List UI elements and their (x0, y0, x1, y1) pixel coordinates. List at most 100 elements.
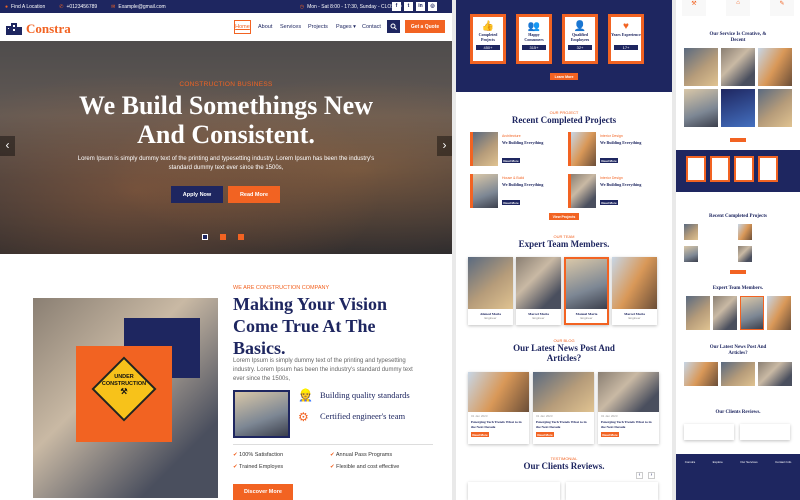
twitter-icon[interactable]: t (404, 2, 413, 11)
team-card[interactable]: Ahmed Maria Engineer (468, 257, 513, 325)
stats-learn-more-button[interactable]: Learn More (550, 73, 578, 80)
about-text: Lorem Ipsum is simply dummy text of the … (233, 358, 413, 382)
email-link[interactable]: Example@gmail.com (118, 4, 165, 10)
news-thumb (721, 362, 755, 386)
location-link[interactable]: Find A Location (11, 4, 45, 10)
news-image (598, 372, 659, 412)
review-card (566, 482, 658, 500)
homepage-scroll-preview-2: ⚒ ⌂ ✎ Our Service Is Creative, & Decent … (676, 0, 800, 500)
slider-dot-1[interactable] (202, 234, 208, 240)
stat-card-projects: 👍 Completed Projects 450+ (470, 14, 506, 64)
about-title-line2: Come True At The (233, 316, 376, 336)
slider-dot-3[interactable] (238, 234, 244, 240)
team-card[interactable]: Manuel Maria Engineer (564, 257, 609, 325)
team-title: Expert Team Members. (518, 239, 610, 249)
projects-grid-small (684, 224, 792, 262)
check-label-1: 100% Satisfaction (239, 452, 284, 458)
facebook-icon[interactable]: f (392, 2, 401, 11)
apply-now-button[interactable]: Apply Now (171, 186, 223, 203)
sign-text: UNDER CONSTRUCTION ⚒ (94, 374, 154, 396)
review-card-small (740, 424, 790, 440)
search-button[interactable] (387, 20, 400, 33)
stat-card-small (686, 156, 706, 182)
view-projects-small-button[interactable] (730, 270, 746, 274)
service-image (721, 89, 755, 127)
news-read-more-button[interactable]: Read More (601, 432, 619, 437)
linkedin-icon[interactable]: in (416, 2, 425, 11)
get-quote-button[interactable]: Get a Quote (405, 20, 445, 33)
clients-title: Our Clients Reviews. (523, 461, 605, 471)
slider-dot-2[interactable] (220, 234, 226, 240)
news-card[interactable]: 01 Jan 2023 Emerging Tech Trends What to … (533, 372, 594, 444)
news-thumb (758, 362, 792, 386)
news-read-more-button[interactable]: Read More (471, 432, 489, 437)
team-title-small: Expert Team Members. (712, 286, 764, 291)
stat-card-employees: 👤 Qualified Employees 32+ (562, 14, 598, 64)
discover-more-button[interactable]: Discover More (233, 484, 293, 500)
heart-icon: ♥ (623, 21, 629, 32)
nav-pages-label: Pages (336, 24, 352, 30)
clients-next-icon[interactable]: › (648, 472, 655, 479)
projects-title: Recent Completed Projects (511, 115, 617, 125)
stat-label: Qualified Employees (570, 32, 590, 42)
about-title: Making Your Vision Come True At The Basi… (233, 293, 443, 359)
hero-next-arrow-icon[interactable]: › (437, 136, 452, 156)
team-card[interactable]: Marcel Maria Engineer (612, 257, 657, 325)
stat-card-small (734, 156, 754, 182)
service-icon: ✎ (770, 0, 794, 16)
nav-services[interactable]: Services (280, 24, 301, 30)
view-projects-button[interactable]: View Projects (549, 213, 579, 220)
news-title: Emerging Tech Trends What to in the Next… (471, 420, 522, 429)
project-thumb (738, 224, 752, 240)
news-title-small-line2: Articles? (728, 351, 748, 356)
news-image (533, 372, 594, 412)
news-title-line1: Our Latest News Post And (513, 343, 615, 353)
project-read-more-button[interactable]: Read More (502, 158, 520, 163)
instagram-icon[interactable]: ◎ (428, 2, 437, 11)
nav-home[interactable]: Home (234, 20, 251, 34)
nav-pages[interactable]: Pages ▾ (336, 24, 356, 30)
nav-projects[interactable]: Projects (308, 24, 328, 30)
stats-section-small (676, 150, 800, 192)
hero-prev-arrow-icon[interactable]: ‹ (0, 136, 15, 156)
stat-value: 32+ (568, 45, 592, 50)
employee-icon: 👤 (573, 21, 587, 32)
project-read-more-button[interactable]: Read More (600, 158, 618, 163)
check-item-3: ✔ Trained Employes (233, 464, 283, 470)
project-image (470, 174, 498, 208)
logo[interactable]: Constra (6, 21, 71, 37)
project-read-more-button[interactable]: Read More (600, 200, 618, 205)
service-icon: ⌂ (726, 0, 750, 16)
phone-icon: ✆ (59, 3, 64, 10)
project-image (568, 174, 596, 208)
news-card[interactable]: 01 Jan 2023 Emerging Tech Trends What to … (598, 372, 659, 444)
news-image (468, 372, 529, 412)
phone-link[interactable]: +0123456789 (66, 4, 97, 10)
divider (233, 444, 433, 445)
service-image (684, 89, 718, 127)
service-icons-row: ⚒ ⌂ ✎ (682, 0, 794, 18)
service-image (721, 48, 755, 86)
read-more-button[interactable]: Read More (228, 186, 280, 203)
nav-about[interactable]: About (258, 24, 272, 30)
project-tag: Architecture (502, 134, 521, 138)
project-image (568, 132, 596, 166)
logo-text: Constra (26, 21, 71, 36)
team-member-role: Engineer (580, 316, 593, 320)
team-card[interactable]: Marcel Maria Engineer (516, 257, 561, 325)
nav-contact[interactable]: Contact (362, 24, 381, 30)
hero-text-line1: Lorem Ipsum is simply dummy text of the … (77, 156, 375, 162)
stat-value: 450+ (476, 45, 500, 50)
service-title-line2: Decent (730, 38, 746, 43)
team-member-photo (566, 259, 607, 309)
service-icon: ⚒ (682, 0, 706, 16)
team-grid: Ahmed Maria Engineer Marcel Maria Engineer… (468, 257, 657, 325)
project-image (470, 132, 498, 166)
project-read-more-button[interactable]: Read More (502, 200, 520, 205)
service-button[interactable] (730, 138, 746, 142)
clients-prev-icon[interactable]: ‹ (636, 472, 643, 479)
news-read-more-button[interactable]: Read More (536, 432, 554, 437)
news-card[interactable]: 01 Jan 2023 Emerging Tech Trends What to … (468, 372, 529, 444)
news-grid-small (684, 362, 792, 386)
service-title: Our Service Is Creative, & Decent (676, 32, 800, 44)
